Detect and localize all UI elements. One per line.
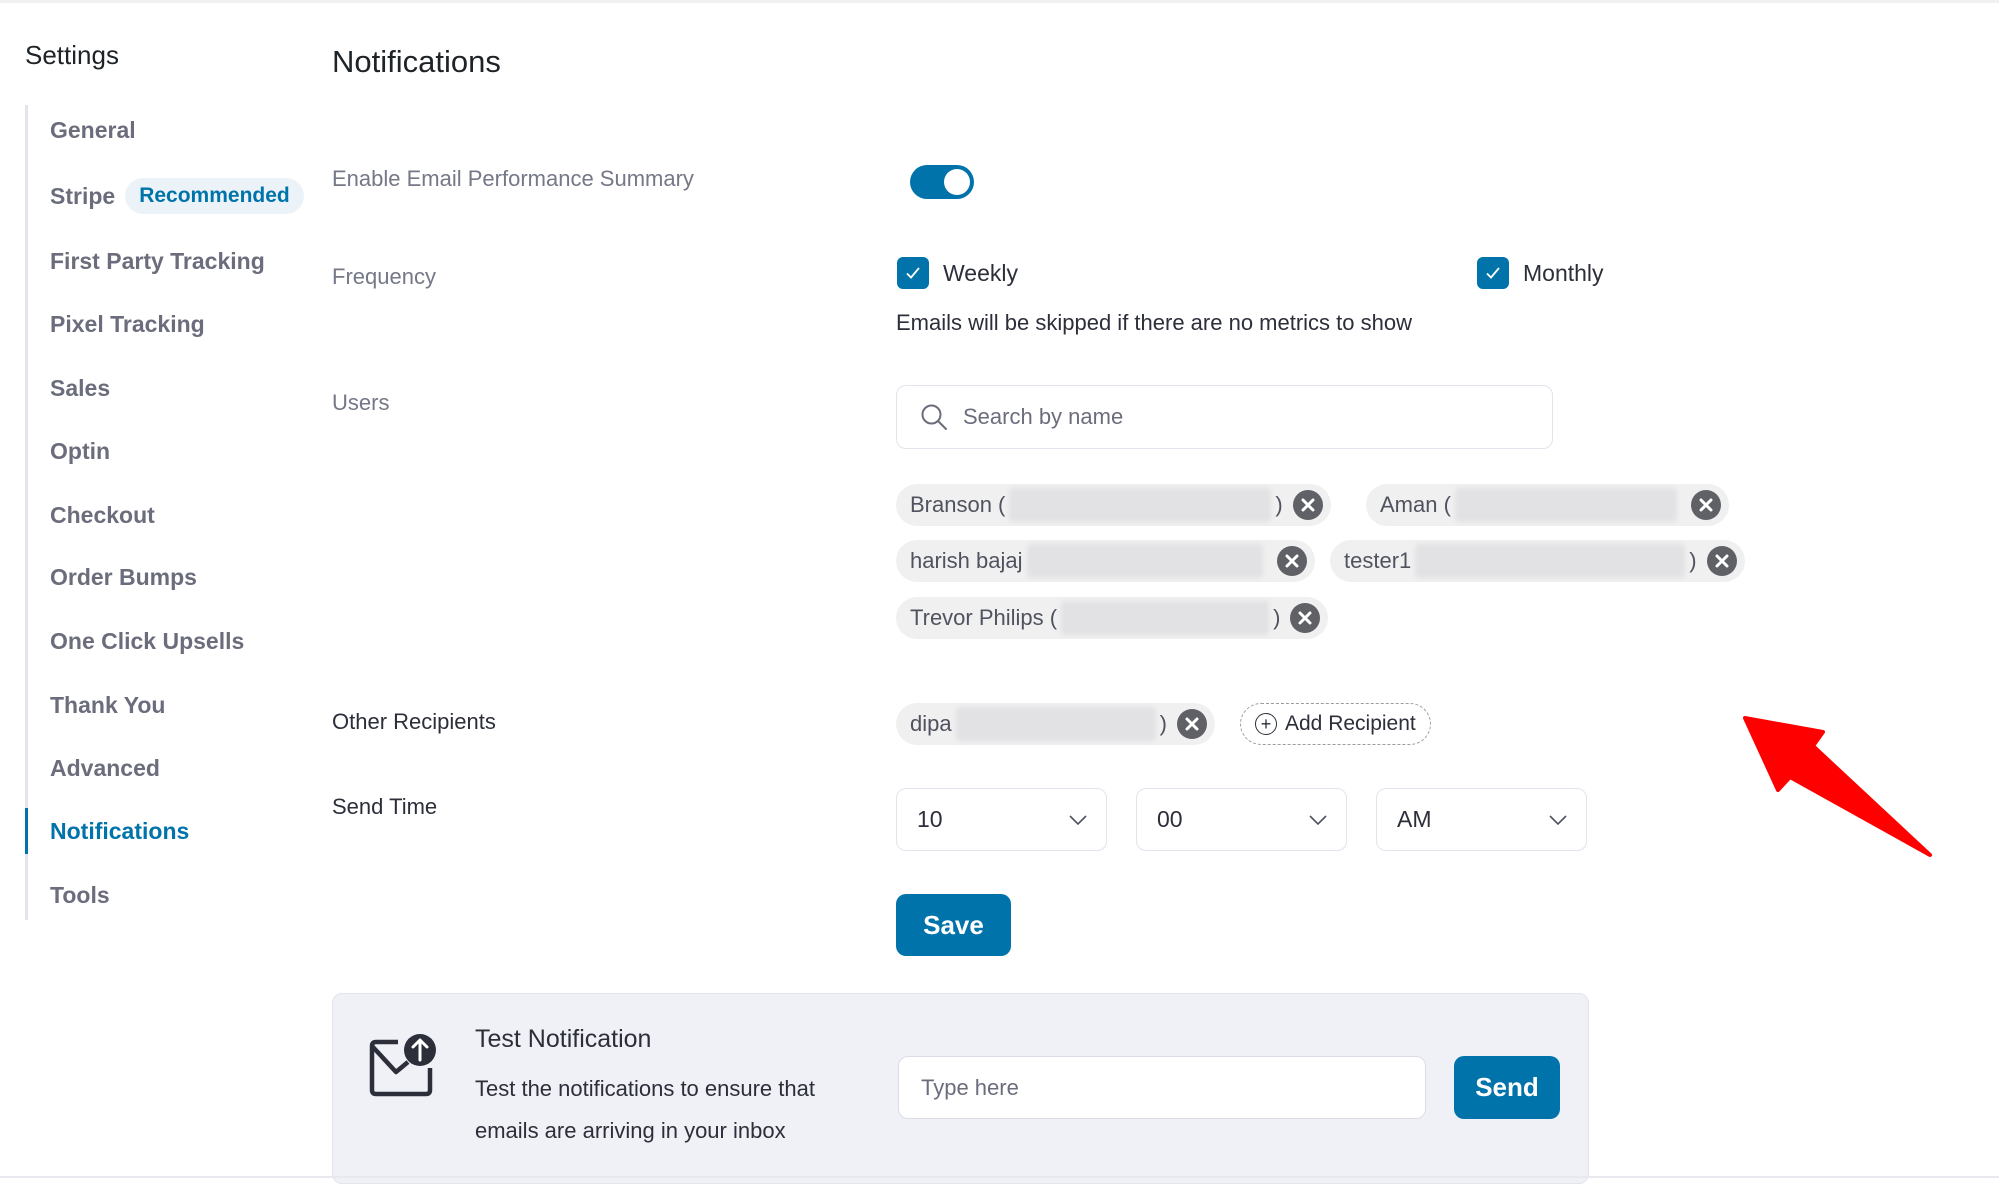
hour-value: 10 (917, 806, 943, 832)
chip-suffix: ) (1275, 492, 1283, 517)
user-chip: Trevor Philips ( ) (896, 597, 1329, 639)
monthly-option[interactable]: Monthly (1477, 257, 1604, 289)
minute-select[interactable]: 00 (1136, 788, 1347, 851)
sidebar-item-stripe[interactable]: Stripe Recommended (50, 176, 304, 216)
sidebar-item-label: Tools (50, 881, 110, 908)
chevron-down-icon (1309, 814, 1327, 825)
chip-suffix: ) (1159, 711, 1167, 736)
send-test-button[interactable]: Send (1454, 1056, 1560, 1119)
minute-value: 00 (1157, 806, 1183, 832)
sidebar-item-label: Thank You (50, 691, 166, 718)
sidebar-item-sales[interactable]: Sales (50, 368, 110, 408)
chip-suffix: ) (1689, 548, 1697, 573)
sidebar-item-label: General (50, 116, 136, 143)
chip-name: harish bajaj (910, 548, 1023, 573)
chip-name: Trevor Philips ( (910, 605, 1058, 630)
enable-summary-toggle[interactable] (910, 165, 974, 199)
frequency-label: Frequency (332, 264, 436, 289)
frequency-hint: Emails will be skipped if there are no m… (896, 310, 1412, 335)
weekly-checkbox[interactable] (897, 257, 929, 289)
chevron-down-icon (1549, 814, 1567, 825)
remove-chip-icon[interactable] (1176, 709, 1207, 739)
monthly-label: Monthly (1523, 259, 1604, 286)
period-value: AM (1397, 806, 1432, 832)
sidebar-item-order-bumps[interactable]: Order Bumps (50, 557, 197, 597)
sidebar-item-label: Checkout (50, 501, 155, 528)
bottom-divider (0, 1176, 1999, 1178)
chip-name: tester1 (1344, 548, 1412, 573)
enable-summary-label: Enable Email Performance Summary (332, 166, 694, 191)
sidebar-item-label: Optin (50, 437, 111, 464)
remove-chip-icon[interactable] (1690, 490, 1721, 520)
sidebar-item-label: Pixel Tracking (50, 310, 205, 337)
redacted-email (1009, 488, 1272, 522)
test-notification-description: Test the notifications to ensure that em… (475, 1076, 815, 1143)
sidebar-active-indicator (25, 808, 28, 854)
add-recipient-label: Add Recipient (1285, 712, 1416, 735)
redacted-email (1061, 601, 1270, 635)
period-select[interactable]: AM (1376, 788, 1587, 851)
sidebar-item-optin[interactable]: Optin (50, 431, 110, 471)
chip-suffix: ) (1273, 605, 1281, 630)
monthly-checkbox[interactable] (1477, 257, 1509, 289)
sidebar-item-label: Advanced (50, 754, 160, 781)
sidebar-rail (25, 105, 28, 920)
redacted-email (1026, 544, 1263, 578)
chevron-down-icon (1069, 814, 1087, 825)
sidebar-item-thank-you[interactable]: Thank You (50, 685, 165, 725)
sidebar-item-advanced[interactable]: Advanced (50, 748, 160, 788)
weekly-option[interactable]: Weekly (897, 257, 1018, 289)
top-border (0, 0, 1999, 3)
user-search-input[interactable] (963, 404, 1523, 430)
users-label: Users (332, 390, 390, 415)
chip-name: Branson ( (910, 492, 1006, 517)
save-button[interactable]: Save (896, 894, 1011, 956)
user-chip: tester1 ) (1330, 540, 1745, 582)
checkmark-icon (1486, 267, 1500, 279)
remove-chip-icon[interactable] (1706, 546, 1737, 576)
redacted-email (955, 707, 1156, 741)
sidebar-item-one-click-upsells[interactable]: One Click Upsells (50, 621, 244, 661)
search-icon (921, 404, 947, 430)
sidebar-item-checkout[interactable]: Checkout (50, 495, 155, 535)
remove-chip-icon[interactable] (1292, 490, 1323, 520)
plus-circle-icon: + (1255, 713, 1277, 735)
redacted-email (1415, 544, 1686, 578)
remove-chip-icon[interactable] (1290, 603, 1321, 633)
sidebar-item-pixel-tracking[interactable]: Pixel Tracking (50, 304, 205, 344)
user-chip: Branson ( ) (896, 484, 1331, 526)
send-time-label: Send Time (332, 794, 438, 819)
sidebar-item-general[interactable]: General (50, 110, 136, 150)
test-notification-title: Test Notification (475, 1025, 652, 1053)
toggle-knob (944, 169, 970, 195)
user-chip: Aman ( (1366, 484, 1729, 526)
redacted-email (1454, 488, 1677, 522)
sidebar-item-label: Notifications (50, 817, 190, 844)
sidebar-item-first-party-tracking[interactable]: First Party Tracking (50, 241, 265, 281)
settings-title: Settings (25, 40, 119, 70)
other-recipients-label: Other Recipients (332, 709, 496, 734)
chip-name: dipa (910, 711, 952, 736)
mail-upload-icon (369, 1034, 436, 1097)
test-email-input[interactable] (898, 1056, 1426, 1119)
sidebar-item-label: One Click Upsells (50, 627, 245, 654)
chip-name: Aman ( (1380, 492, 1451, 517)
page-title: Notifications (332, 44, 501, 79)
hour-select[interactable]: 10 (896, 788, 1107, 851)
weekly-label: Weekly (943, 259, 1018, 286)
recipient-chip: dipa ) (896, 703, 1215, 745)
user-search-field[interactable] (896, 385, 1553, 449)
add-recipient-button[interactable]: + Add Recipient (1240, 703, 1431, 745)
red-arrow-annotation (1743, 716, 1932, 857)
sidebar-item-label: First Party Tracking (50, 247, 265, 274)
remove-chip-icon[interactable] (1276, 546, 1307, 576)
sidebar-item-tools[interactable]: Tools (50, 875, 110, 915)
sidebar-item-label: Stripe (50, 182, 116, 209)
user-chip: harish bajaj (896, 540, 1315, 582)
sidebar-item-label: Order Bumps (50, 563, 197, 590)
sidebar-item-notifications[interactable]: Notifications (50, 811, 189, 851)
checkmark-icon (906, 267, 920, 279)
recommended-badge: Recommended (125, 178, 304, 214)
sidebar-item-label: Sales (50, 374, 111, 401)
